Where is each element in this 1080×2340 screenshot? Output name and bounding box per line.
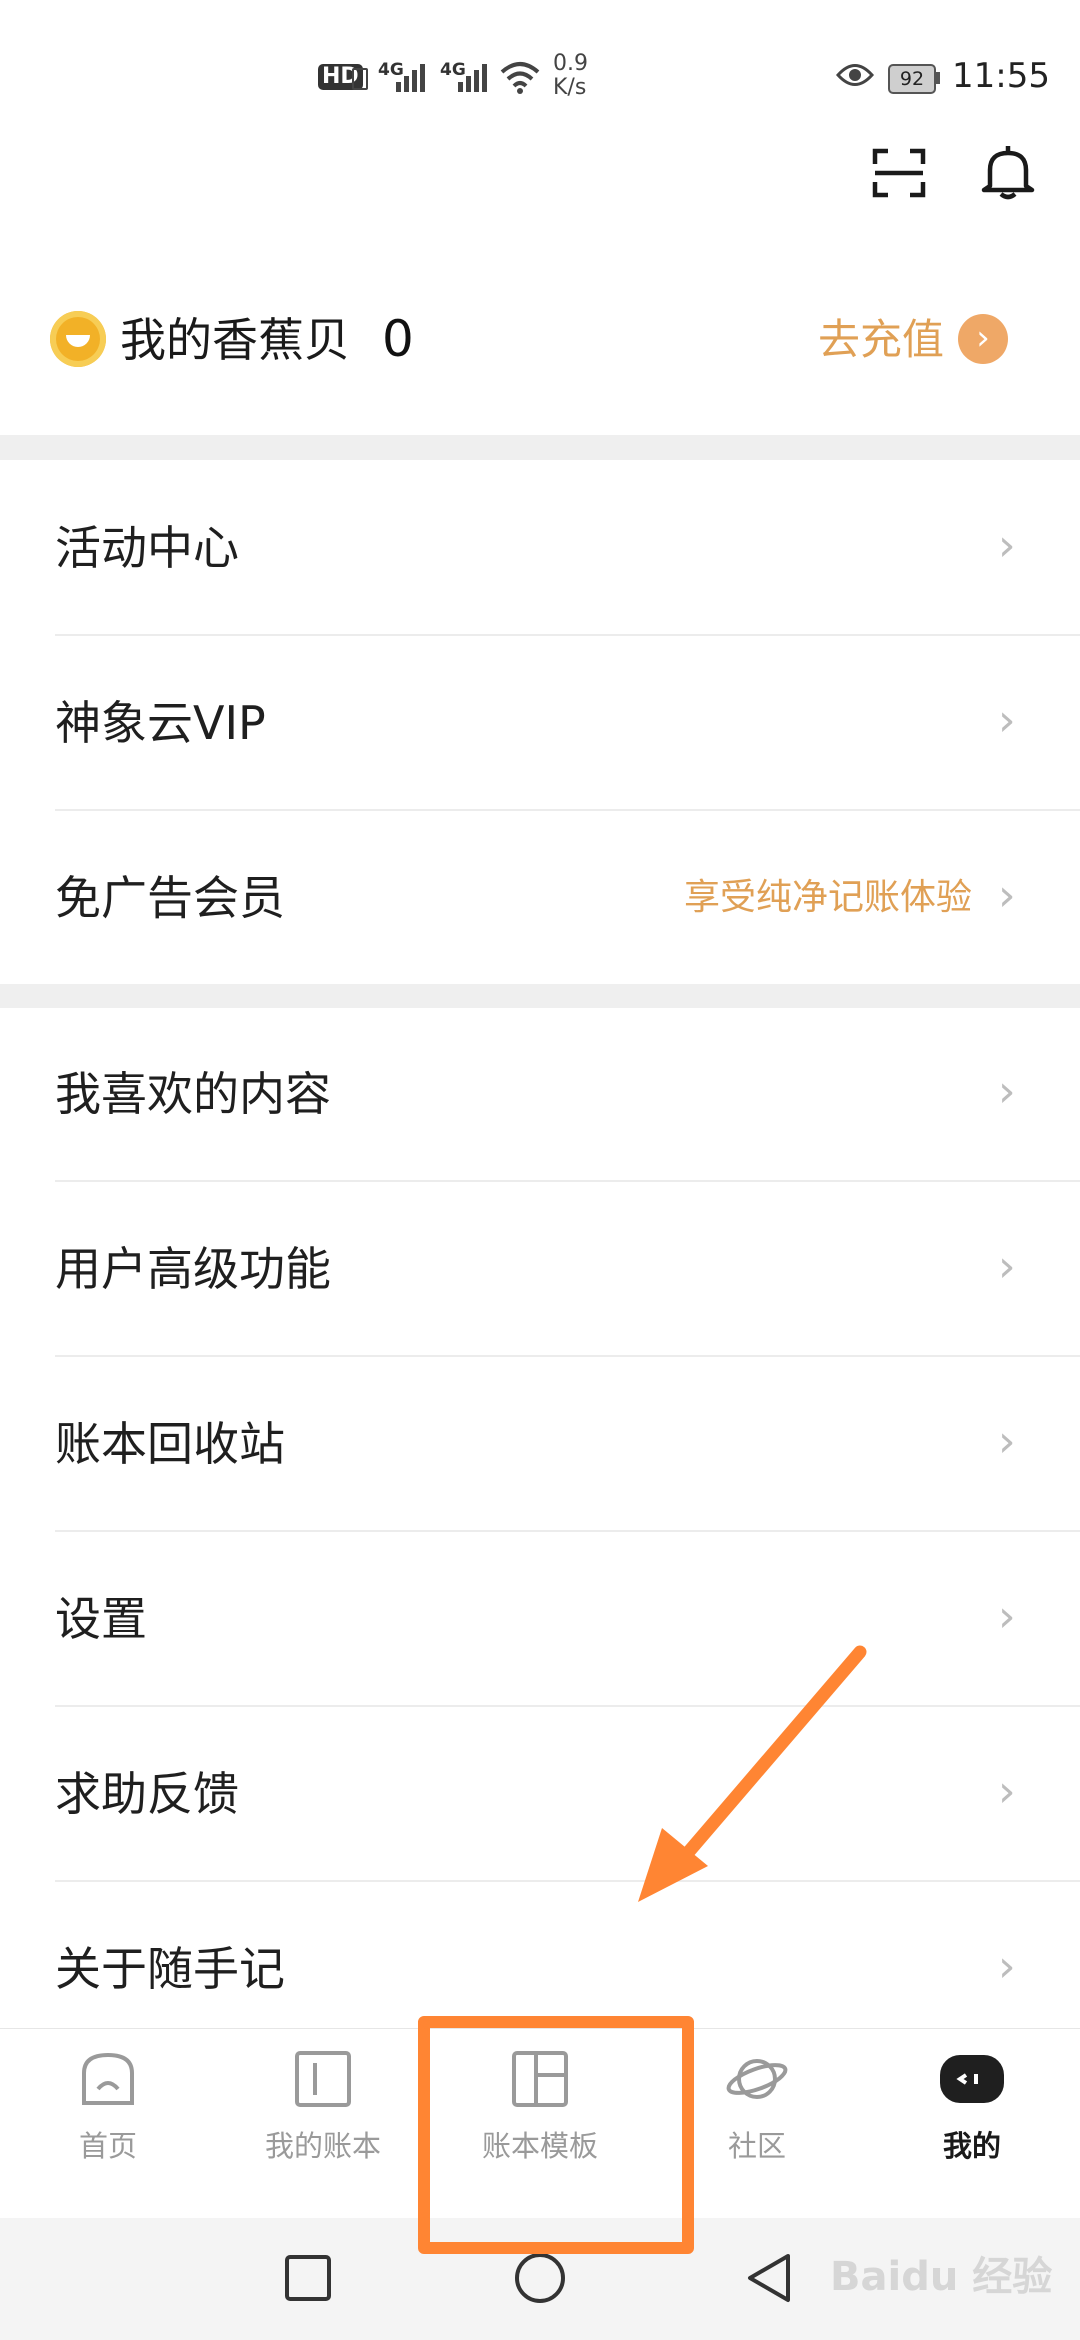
menu-item-settings[interactable]: 设置 › (0, 1533, 1080, 1708)
battery-tip (936, 72, 940, 84)
menu-item-feedback[interactable]: 求助反馈 › (0, 1708, 1080, 1883)
divider (55, 1880, 1080, 1882)
menu-item-favorites[interactable]: 我喜欢的内容 › (0, 1008, 1080, 1183)
ad-free-subtitle: 享受纯净记账体验 (683, 877, 972, 918)
chevron-right-icon: › (998, 520, 1016, 571)
banana-coin-icon (50, 311, 106, 367)
menu-item-advanced-features[interactable]: 用户高级功能 › (0, 1183, 1080, 1358)
sim-icon (352, 68, 368, 90)
home-circle-icon[interactable] (514, 2252, 566, 2304)
home-icon (82, 2052, 134, 2105)
back-icon[interactable] (744, 2252, 794, 2304)
divider (55, 1180, 1080, 1182)
menu-section-1: 活动中心 › 神象云VIP › 免广告会员 享受纯净记账体验 › (0, 460, 1080, 984)
chevron-right-icon[interactable]: › (958, 314, 1008, 364)
chevron-right-icon: › (998, 1416, 1016, 1467)
annotation-arrow (638, 1645, 867, 1902)
signal-icon (458, 64, 487, 92)
wifi-icon (500, 62, 540, 94)
menu-item-vip[interactable]: 神象云VIP › (0, 635, 1080, 810)
tab-home[interactable]: 首页 (33, 2049, 183, 2165)
clock: 11:55 (952, 56, 1050, 96)
network-speed: 0.9 K/s (553, 51, 588, 100)
battery-indicator: 92 (888, 64, 936, 94)
chevron-right-icon: › (998, 1066, 1016, 1117)
divider (55, 1530, 1080, 1532)
chevron-right-icon: › (998, 1241, 1016, 1292)
tab-community[interactable]: 社区 (682, 2049, 832, 2165)
chevron-right-icon: › (998, 1766, 1016, 1817)
eye-icon (836, 64, 874, 86)
signal-icon (396, 64, 425, 92)
menu-item-about[interactable]: 关于随手记 › (0, 1883, 1080, 2028)
beans-label: 我的香蕉贝 (120, 313, 350, 367)
menu-item-activity-center[interactable]: 活动中心 › (0, 460, 1080, 635)
baidu-watermark: Baidu 经验 (830, 2254, 1053, 2300)
ledger-icon (295, 2051, 351, 2107)
annotation-highlight-box (418, 2016, 694, 2254)
chevron-right-icon: › (998, 870, 1016, 921)
menu-item-recycle-bin[interactable]: 账本回收站 › (0, 1358, 1080, 1533)
divider (55, 1355, 1080, 1357)
menu-item-ad-free[interactable]: 免广告会员 享受纯净记账体验 › (0, 810, 1080, 985)
chevron-right-icon: › (998, 1941, 1016, 1992)
tab-profile[interactable]: 我的 (897, 2049, 1047, 2165)
beans-value: 0 (382, 310, 414, 368)
recent-apps-icon[interactable] (284, 2254, 332, 2302)
bell-icon[interactable] (978, 142, 1038, 202)
planet-icon (726, 2059, 788, 2099)
chevron-right-icon: › (998, 1591, 1016, 1642)
chevron-right-icon: › (998, 695, 1016, 746)
profile-icon (940, 2055, 1004, 2103)
tab-my-ledger[interactable]: 我的账本 (248, 2049, 398, 2165)
scan-icon[interactable] (872, 148, 926, 198)
status-bar (0, 0, 1080, 120)
divider (55, 1705, 1080, 1707)
recharge-link[interactable]: 去充值 (818, 310, 944, 370)
menu-section-2: 我喜欢的内容 › 用户高级功能 › 账本回收站 › 设置 › 求助反馈 › 关于… (0, 1008, 1080, 2028)
